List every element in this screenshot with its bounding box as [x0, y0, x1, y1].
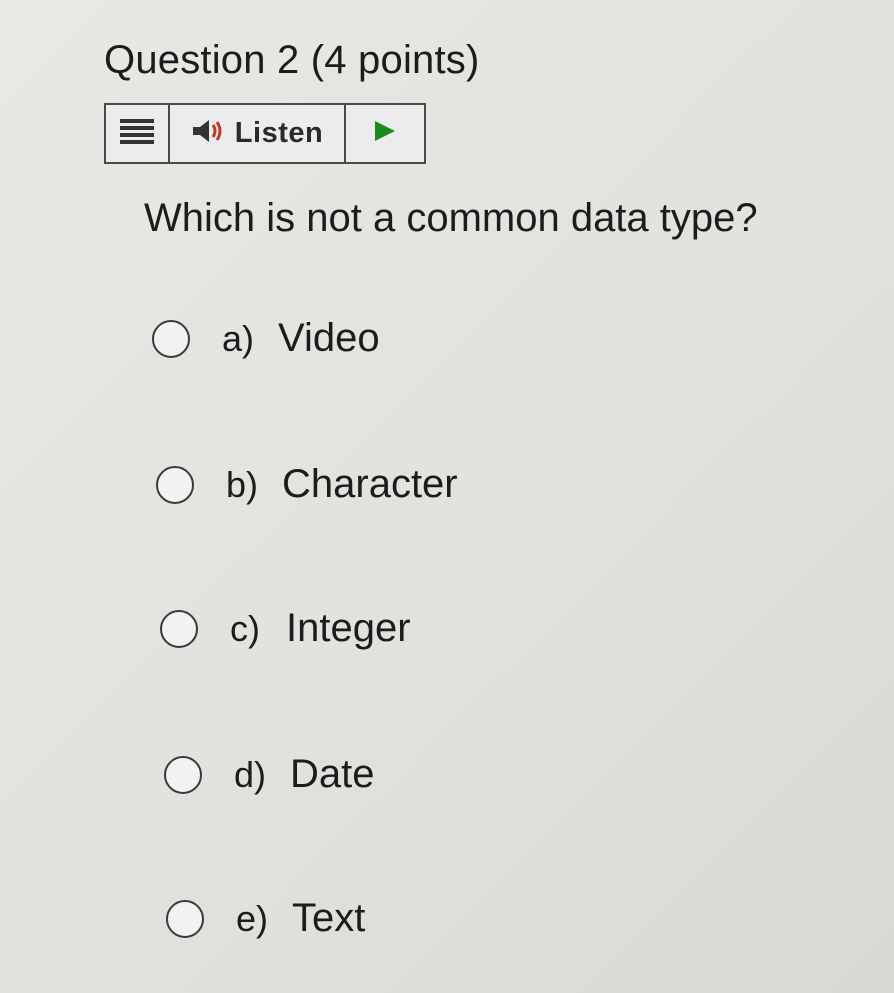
option-letter: c) [230, 607, 260, 649]
radio-button-b[interactable] [156, 465, 194, 504]
readspeaker-toolbar: Listen [104, 103, 426, 164]
option-text: Text [292, 896, 366, 940]
option-a[interactable]: a) Video [152, 316, 380, 361]
play-icon [373, 119, 397, 148]
readspeaker-menu-button[interactable] [106, 105, 170, 162]
radio-button-d[interactable] [164, 755, 202, 794]
option-text: Integer [286, 606, 411, 650]
option-text: Character [282, 462, 458, 506]
question-prompt: Which is not a common data type? [144, 196, 758, 240]
option-letter: e) [236, 897, 269, 939]
option-e[interactable]: e) Text [166, 896, 365, 941]
play-button[interactable] [346, 105, 424, 162]
option-letter: b) [226, 463, 259, 505]
option-c[interactable]: c) Integer [160, 606, 411, 651]
option-letter: d) [234, 753, 267, 795]
option-b[interactable]: b) Character [156, 462, 458, 507]
option-d[interactable]: d) Date [164, 752, 375, 797]
radio-button-e[interactable] [166, 899, 204, 938]
radio-button-a[interactable] [152, 319, 190, 358]
option-letter: a) [222, 317, 255, 359]
option-text: Video [278, 316, 380, 360]
listen-label: Listen [234, 117, 324, 149]
listen-button[interactable]: Listen [170, 105, 346, 162]
hamburger-menu-icon [120, 118, 154, 149]
radio-button-c[interactable] [160, 609, 198, 648]
option-text: Date [290, 752, 375, 796]
speaker-icon [191, 117, 225, 150]
question-title: Question 2 (4 points) [104, 38, 480, 82]
